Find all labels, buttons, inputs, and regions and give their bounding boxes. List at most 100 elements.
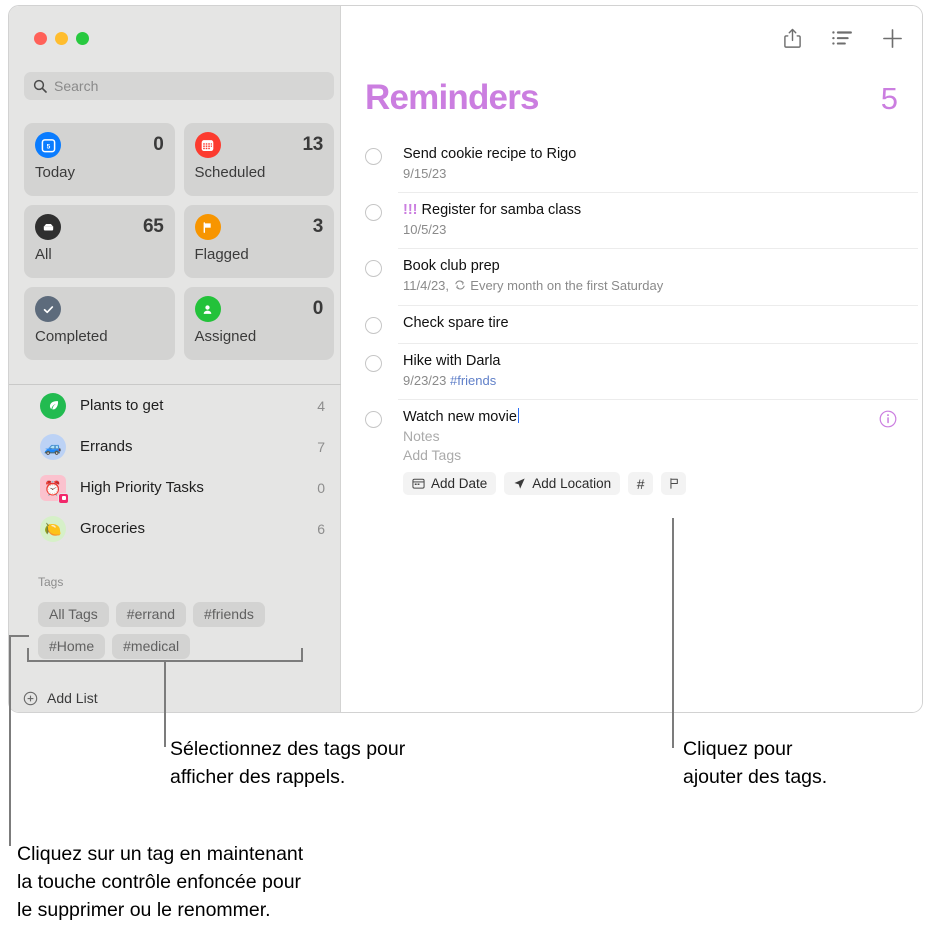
tag-context-callout-text: Cliquez sur un tag en maintenant la touc… <box>17 840 487 924</box>
reminder-date: 9/23/23 <box>403 373 447 388</box>
tag-chip-friends[interactable]: #friends <box>193 602 265 627</box>
calendar-icon <box>194 132 221 158</box>
sidebar-item-label: Plants to get <box>80 397 164 414</box>
tag-chip-all-tags[interactable]: All Tags <box>38 602 109 627</box>
sidebar-item-label: High Priority Tasks <box>80 479 204 496</box>
minimize-button[interactable] <box>55 32 68 45</box>
reminder-checkbox[interactable] <box>365 148 382 165</box>
add-location-button[interactable]: Add Location <box>504 472 621 495</box>
tags-bracket-left-tick <box>27 648 29 662</box>
main-toolbar <box>780 26 904 50</box>
smart-list-label: All <box>35 246 52 263</box>
sidebar-item-count: 7 <box>317 438 325 455</box>
reminder-row[interactable]: !!! Register for samba class 10/5/23 <box>360 192 922 248</box>
reminder-info-button[interactable] <box>879 410 897 433</box>
reminder-row[interactable]: Send cookie recipe to Rigo 9/15/23 <box>360 136 922 192</box>
tags-callout-text: Sélectionnez des tags pour afficher des … <box>170 735 550 791</box>
hash-icon: # <box>636 475 645 492</box>
reminder-title: Send cookie recipe to Rigo <box>403 146 577 162</box>
repeat-icon <box>454 278 466 296</box>
reminder-row[interactable]: Book club prep 11/4/23, Every month on t… <box>360 248 922 305</box>
add-tag-button[interactable]: # <box>628 472 654 495</box>
smart-list-assigned[interactable]: 0 Assigned <box>183 287 334 360</box>
reminder-checkbox[interactable] <box>365 355 382 372</box>
tag-context-callout-leader <box>9 635 11 846</box>
smart-list-count: 13 <box>302 134 323 155</box>
add-tags-input[interactable]: Add Tags <box>403 446 922 465</box>
reminder-row-editing[interactable]: Watch new movie Notes Add Tags Add Date <box>360 399 922 504</box>
calendar-day-icon: 5 <box>35 132 61 158</box>
smart-list-flagged[interactable]: 3 Flagged <box>183 205 334 278</box>
reminder-repeat-text: Every month on the first Saturday <box>470 278 664 293</box>
zoom-button[interactable] <box>76 32 89 45</box>
page-title: Reminders <box>365 78 540 117</box>
reminder-title: Hike with Darla <box>403 353 501 369</box>
tag-chip-home[interactable]: #Home <box>38 634 106 659</box>
close-button[interactable] <box>34 32 47 45</box>
add-list-button[interactable]: Add List <box>23 690 98 706</box>
sidebar-item-groceries[interactable]: 🍋 Groceries 6 <box>9 508 341 549</box>
sidebar: Search 5 0 Today 13 Scheduled 65 All 3 F… <box>9 6 341 712</box>
reminder-checkbox[interactable] <box>365 317 382 334</box>
sidebar-item-errands[interactable]: 🚙 Errands 7 <box>9 426 341 467</box>
tag-context-callout-line1: Cliquez sur un tag en maintenant <box>17 843 304 865</box>
tags-callout-leader <box>164 660 166 747</box>
calendar-small-icon <box>412 477 425 490</box>
tags-list: All Tags #errand #friends #Home #medical <box>38 602 328 659</box>
smart-list-label: Today <box>35 164 76 181</box>
add-date-label: Add Date <box>431 476 488 491</box>
smart-list-badge-icon <box>58 492 69 504</box>
window-traffic-lights <box>34 32 89 45</box>
tags-section-header: Tags <box>38 575 64 589</box>
tag-context-callout-line3: le supprimer ou le renommer. <box>17 899 271 921</box>
sidebar-item-label: Groceries <box>80 520 146 537</box>
share-button[interactable] <box>780 26 804 50</box>
hash-callout-line2: ajouter des tags. <box>683 766 828 788</box>
sidebar-item-high-priority-tasks[interactable]: ⏰ High Priority Tasks 0 <box>9 467 341 508</box>
reminders-list: Send cookie recipe to Rigo 9/15/23 !!! R… <box>360 136 922 504</box>
reminder-checkbox[interactable] <box>365 260 382 277</box>
person-icon <box>194 296 221 322</box>
reminder-priority: !!! <box>403 202 418 218</box>
tags-bracket-right-tick <box>301 648 303 662</box>
svg-text:5: 5 <box>46 143 50 150</box>
reminder-checkbox[interactable] <box>365 411 382 428</box>
reminder-count: 5 <box>880 81 898 116</box>
reminder-tag[interactable]: #friends <box>450 373 496 388</box>
add-date-button[interactable]: Add Date <box>403 472 497 495</box>
sidebar-item-label: Errands <box>80 438 133 455</box>
reminder-checkbox[interactable] <box>365 204 382 221</box>
add-location-label: Add Location <box>532 476 612 491</box>
smart-list-today[interactable]: 5 0 Today <box>24 123 175 196</box>
smart-list-count: 65 <box>142 216 164 237</box>
text-caret <box>517 408 520 423</box>
sidebar-item-count: 0 <box>317 479 325 496</box>
reminders-window: Search 5 0 Today 13 Scheduled 65 All 3 F… <box>8 5 923 713</box>
search-placeholder: Search <box>54 78 99 94</box>
lemon-emoji: 🍋 <box>44 520 62 537</box>
smart-list-label: Completed <box>35 328 108 345</box>
reminder-title-input[interactable]: Watch new movie <box>403 409 517 425</box>
main-header: Reminders 5 <box>365 78 898 118</box>
lemon-icon: 🍋 <box>40 515 66 542</box>
add-flag-button[interactable] <box>661 472 687 495</box>
add-reminder-button[interactable] <box>880 26 904 50</box>
smart-list-scheduled[interactable]: 13 Scheduled <box>183 123 334 196</box>
smart-list-all[interactable]: 65 All <box>24 205 175 278</box>
car-emoji: 🚙 <box>44 438 62 455</box>
reminder-title: Book club prep <box>403 258 500 274</box>
tags-callout-line1: Sélectionnez des tags pour <box>170 738 406 760</box>
tag-chip-medical[interactable]: #medical <box>112 634 191 659</box>
reminder-row[interactable]: Check spare tire <box>360 305 922 343</box>
sidebar-item-plants-to-get[interactable]: Plants to get 4 <box>9 385 341 426</box>
hash-callout-line1: Cliquez pour <box>683 738 793 760</box>
view-options-button[interactable] <box>830 26 854 50</box>
tag-chip-errand[interactable]: #errand <box>115 602 187 627</box>
notes-input[interactable]: Notes <box>403 427 922 446</box>
smart-list-completed[interactable]: Completed <box>24 287 175 360</box>
reminder-row[interactable]: Hike with Darla 9/23/23 #friends <box>360 343 922 399</box>
search-input[interactable]: Search <box>24 72 334 100</box>
location-arrow-icon <box>513 477 526 490</box>
reminder-date: 10/5/23 <box>403 222 447 237</box>
flag-icon <box>194 214 221 240</box>
